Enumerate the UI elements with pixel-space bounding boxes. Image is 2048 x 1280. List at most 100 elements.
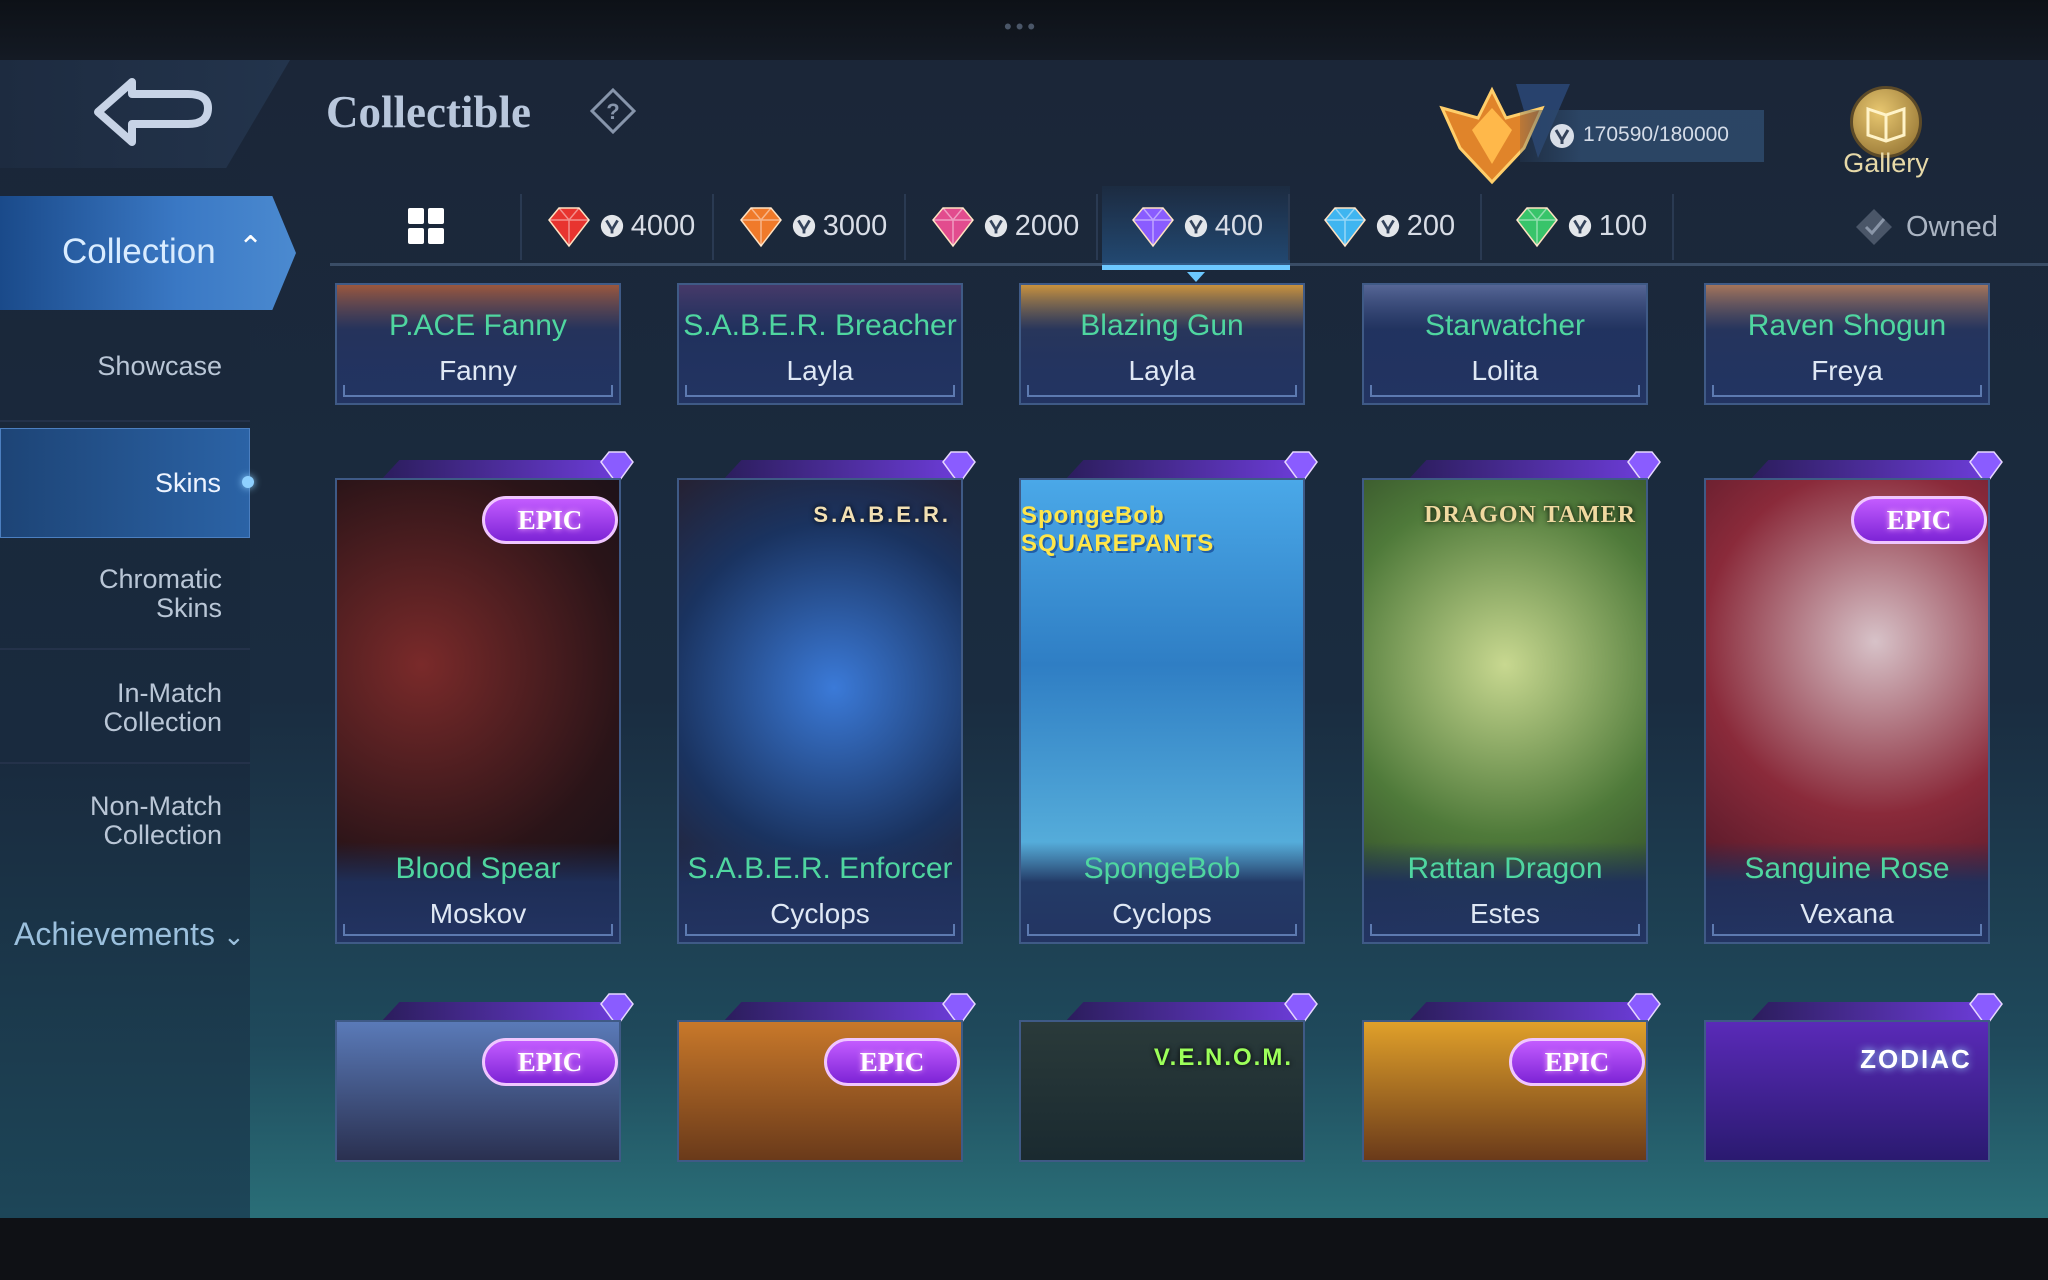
tier-ribbon [381,1002,611,1022]
spongebob-logo: SpongeBob SQUAREPANTS [1021,502,1215,557]
venom-logo: V.E.N.O.M. [1153,1044,1293,1071]
tier-filter-bar: 4000 3000 2000 400 200 100 [330,186,2048,282]
skin-card[interactable]: EPIC [677,1020,963,1162]
skin-card[interactable]: V.E.N.O.M. [1019,1020,1305,1162]
sidebar-item-chromatic-skins[interactable]: Chromatic Skins [0,540,250,650]
skin-art [1706,1022,1988,1160]
tier-value: 400 [1214,209,1264,242]
chevron-down-icon: ⌄ [222,921,245,951]
tier-ribbon [1750,460,1980,480]
device-top-bar: ••• [0,0,2048,60]
filter-tier-3000[interactable]: 3000 [718,186,906,266]
handle-dots-icon: ••• [1004,14,1040,39]
gallery-label: Gallery [1843,148,1929,178]
sidebar-item-label: Skins [154,467,221,498]
chevron-up-icon: ⌃ [238,231,264,264]
skin-card[interactable]: S.A.B.E.R. Breacher Layla [677,283,963,405]
sidebar-item-in-match-collection[interactable]: In-Match Collection [0,654,250,764]
skin-card[interactable]: Starwatcher Lolita [1362,283,1648,405]
collection-point-icon [1550,124,1574,148]
sidebar-item-non-match-collection[interactable]: Non-Match Collection [0,766,250,876]
sidebar-item-skins[interactable]: Skins [0,428,250,538]
skin-name: SpongeBob [1083,852,1241,885]
dragon-tamer-logo: DRAGON TAMER [1424,502,1636,528]
tier-gem-icon [739,207,782,248]
collection-point-icon [792,214,815,238]
epic-badge: EPIC [1509,1038,1645,1086]
tier-ribbon [1750,1002,1980,1022]
filter-tier-400[interactable]: 400 [1102,186,1290,282]
tier-value: 100 [1598,209,1648,242]
epic-badge: EPIC [482,496,618,544]
tier-gem-icon [547,207,590,248]
skin-card[interactable]: DRAGON TAMER Rattan Dragon Estes [1362,478,1648,944]
page-title: Collectible [326,87,531,137]
hero-name: Fanny [439,355,517,386]
tier-ribbon [723,460,953,480]
sidebar-item-showcase[interactable]: Showcase [0,312,250,422]
tier-gem-icon [931,207,974,248]
skin-name: Sanguine Rose [1744,852,1950,885]
epic-badge: EPIC [824,1038,960,1086]
device-bottom-bar [0,1218,2048,1280]
achievements-toggle[interactable]: Achievements ⌄ [14,916,245,953]
tier-ribbon [1408,1002,1638,1022]
skin-name: Blazing Gun [1080,309,1244,342]
filter-tier-2000[interactable]: 2000 [910,186,1098,266]
sidebar-item-label: Showcase [97,350,222,381]
skin-card[interactable]: ZODIAC [1704,1020,1990,1162]
epic-badge: EPIC [482,1038,618,1086]
epic-badge: EPIC [1851,496,1987,544]
skin-art [1021,1022,1303,1160]
back-arrow-icon [94,78,212,146]
collection-progress: 170590/180000 [1520,110,1764,162]
help-icon[interactable]: ? [590,88,636,134]
collection-point-icon [984,214,1007,238]
skin-card[interactable]: EPIC [335,1020,621,1162]
hero-name: Freya [1811,355,1883,386]
filter-tier-200[interactable]: 200 [1294,186,1482,266]
skin-name: Starwatcher [1424,309,1586,342]
tier-gem-icon [1323,207,1366,248]
skin-name: Rattan Dragon [1407,852,1603,885]
grid-icon [408,208,444,244]
tier-ribbon [1065,460,1295,480]
zodiac-logo: ZODIAC [1860,1044,1972,1074]
achievements-label: Achievements [14,916,215,952]
skin-card[interactable]: P.ACE Fanny Fanny [335,283,621,405]
collection-point-icon [1376,214,1399,238]
sidebar-item-label: In-Match Collection [103,678,222,737]
filter-tier-100[interactable]: 100 [1486,186,1674,266]
collection-tab[interactable]: Collection ⌃ [0,196,296,310]
hero-name: Layla [1128,355,1196,386]
skin-card[interactable]: S.A.B.E.R. S.A.B.E.R. Enforcer Cyclops [677,478,963,944]
progress-text: 170590/180000 [1583,123,1729,146]
tier-ribbon [1408,460,1638,480]
sidebar-item-label: Chromatic Skins [98,564,222,623]
tier-value: 3000 [822,209,888,242]
collection-point-icon [1184,214,1207,238]
skin-card[interactable]: EPIC [1362,1020,1648,1162]
gallery-button[interactable]: Gallery [1828,82,1944,182]
filter-all[interactable] [330,186,522,266]
skin-name: S.A.B.E.R. Enforcer [687,852,953,885]
skin-card[interactable]: Blazing Gun Layla [1019,283,1305,405]
skin-name: Raven Shogun [1747,309,1947,342]
owned-toggle[interactable]: Owned [1854,202,1998,252]
tier-gem-icon [1131,207,1174,248]
skin-name: S.A.B.E.R. Breacher [683,309,957,342]
collection-point-icon [600,214,623,238]
skin-card[interactable]: Raven Shogun Freya [1704,283,1990,405]
tier-value: 2000 [1014,209,1080,242]
filter-tier-4000[interactable]: 4000 [526,186,714,266]
skin-card[interactable]: EPIC Sanguine Rose Vexana [1704,478,1990,944]
tier-gem-icon [1515,207,1558,248]
tier-value: 200 [1406,209,1456,242]
skin-name: Blood Spear [395,852,561,885]
skin-card[interactable]: SpongeBob SQUAREPANTS SpongeBob Cyclops [1019,478,1305,944]
tier-ribbon [723,1002,953,1022]
skin-card[interactable]: EPIC Blood Spear Moskov [335,478,621,944]
sidebar-item-label: Non-Match Collection [89,791,222,850]
hero-name: Lolita [1471,355,1539,386]
svg-text:?: ? [606,99,619,124]
